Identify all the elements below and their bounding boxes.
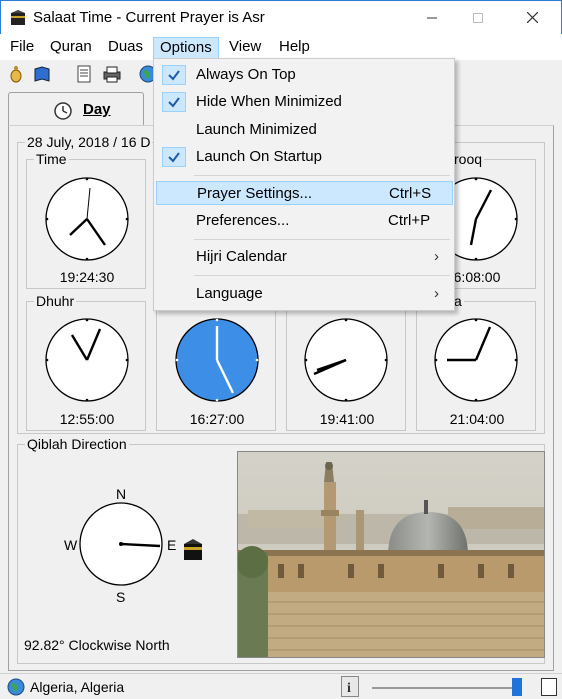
close-icon bbox=[526, 12, 538, 23]
qiblah-compass bbox=[79, 502, 163, 586]
compass-south: S bbox=[116, 589, 126, 605]
mosque-photo bbox=[237, 451, 545, 658]
minimize-icon bbox=[427, 17, 437, 18]
menu-help[interactable]: Help bbox=[273, 37, 316, 59]
compass-east: E bbox=[167, 537, 177, 553]
menu-separator bbox=[194, 175, 450, 176]
qiblah-title: Qiblah Direction bbox=[25, 436, 129, 452]
check-icon bbox=[162, 65, 186, 85]
kaaba-icon[interactable] bbox=[9, 9, 27, 27]
close-button[interactable] bbox=[509, 1, 555, 34]
compass-west: W bbox=[64, 537, 78, 553]
al-aqsa-image bbox=[238, 452, 544, 657]
window-title: Salaat Time - Current Prayer is Asr bbox=[33, 9, 265, 26]
clock-dhuhr bbox=[45, 318, 129, 402]
menu-separator bbox=[194, 239, 450, 240]
menu-item-label: Language bbox=[196, 285, 263, 302]
check-icon bbox=[162, 147, 186, 167]
globe-icon bbox=[7, 678, 25, 696]
info-button[interactable]: i bbox=[341, 676, 359, 697]
qiblah-bearing: 92.82° Clockwise North bbox=[24, 637, 170, 653]
document-icon[interactable] bbox=[74, 64, 94, 84]
menu-item-label: Preferences... bbox=[196, 212, 290, 229]
volume-slider-thumb[interactable] bbox=[512, 678, 522, 696]
svg-text:i: i bbox=[347, 681, 351, 696]
clock-label-dhuhr: Dhuhr bbox=[34, 293, 77, 309]
clock-label-time: Time bbox=[34, 151, 69, 167]
quran-book-icon[interactable] bbox=[32, 64, 52, 84]
menu-bar: File Quran Duas Options View Help bbox=[0, 34, 562, 60]
menu-duas[interactable]: Duas bbox=[102, 37, 149, 59]
menu-item-always-on-top[interactable]: Always On Top bbox=[156, 63, 453, 87]
options-menu: Always On Top Hide When Minimized Launch… bbox=[153, 58, 455, 311]
menu-item-shortcut: Ctrl+P bbox=[388, 212, 431, 229]
mute-toggle[interactable] bbox=[541, 678, 557, 696]
clock-maghrib bbox=[304, 318, 388, 402]
menu-item-label: Always On Top bbox=[196, 66, 296, 83]
status-bar: Algeria, Algeria i bbox=[0, 673, 562, 699]
menu-item-preferences[interactable]: Preferences... Ctrl+P bbox=[156, 209, 453, 233]
menu-item-language[interactable]: Language › bbox=[156, 282, 453, 306]
clock-label-shurooq: rooq bbox=[452, 151, 485, 167]
kaaba-icon bbox=[184, 539, 202, 560]
chevron-right-icon: › bbox=[434, 248, 439, 265]
compass-north: N bbox=[116, 486, 127, 502]
menu-item-label: Hijri Calendar bbox=[196, 248, 287, 265]
clock-time bbox=[45, 177, 129, 261]
menu-item-label: Prayer Settings... bbox=[197, 185, 313, 202]
title-bar: Salaat Time - Current Prayer is Asr bbox=[0, 0, 562, 34]
info-icon: i bbox=[347, 681, 351, 696]
clock-asr-value: 16:27:00 bbox=[189, 411, 245, 427]
minimize-button[interactable] bbox=[409, 1, 455, 34]
menu-item-label: Launch Minimized bbox=[196, 121, 317, 138]
tab-day[interactable]: Day bbox=[8, 92, 144, 126]
clock-icon bbox=[54, 102, 72, 120]
prayer-beads-icon[interactable] bbox=[6, 64, 26, 84]
location-label: Algeria, Algeria bbox=[30, 679, 125, 695]
clock-asr-current bbox=[175, 318, 259, 402]
clock-isha bbox=[434, 318, 518, 402]
menu-item-prayer-settings[interactable]: Prayer Settings... Ctrl+S bbox=[156, 181, 453, 205]
menu-item-launch-on-startup[interactable]: Launch On Startup bbox=[156, 145, 453, 169]
menu-options[interactable]: Options bbox=[153, 37, 219, 59]
menu-item-label: Launch On Startup bbox=[196, 148, 322, 165]
date-label: 28 July, 2018 / 16 D bbox=[25, 134, 153, 150]
menu-file[interactable]: File bbox=[4, 37, 40, 59]
clock-dhuhr-value: 12:55:00 bbox=[59, 411, 115, 427]
clock-time-value: 19:24:30 bbox=[59, 269, 115, 285]
menu-view[interactable]: View bbox=[223, 37, 267, 59]
print-icon[interactable] bbox=[102, 64, 122, 84]
maximize-icon bbox=[473, 12, 483, 23]
tab-day-label: Day bbox=[83, 101, 111, 118]
menu-item-hide-when-minimized[interactable]: Hide When Minimized bbox=[156, 90, 453, 114]
menu-item-hijri-calendar[interactable]: Hijri Calendar › bbox=[156, 245, 453, 269]
menu-quran[interactable]: Quran bbox=[44, 37, 98, 59]
menu-item-shortcut: Ctrl+S bbox=[389, 185, 432, 202]
menu-separator bbox=[194, 275, 450, 276]
volume-slider-track[interactable] bbox=[372, 687, 522, 689]
clock-isha-value: 21:04:00 bbox=[449, 411, 505, 427]
menu-item-launch-minimized[interactable]: Launch Minimized bbox=[156, 118, 453, 142]
clock-maghrib-value: 19:41:00 bbox=[319, 411, 375, 427]
check-icon bbox=[162, 92, 186, 112]
chevron-right-icon: › bbox=[434, 285, 439, 302]
maximize-button[interactable] bbox=[455, 1, 501, 34]
menu-item-label: Hide When Minimized bbox=[196, 93, 342, 110]
